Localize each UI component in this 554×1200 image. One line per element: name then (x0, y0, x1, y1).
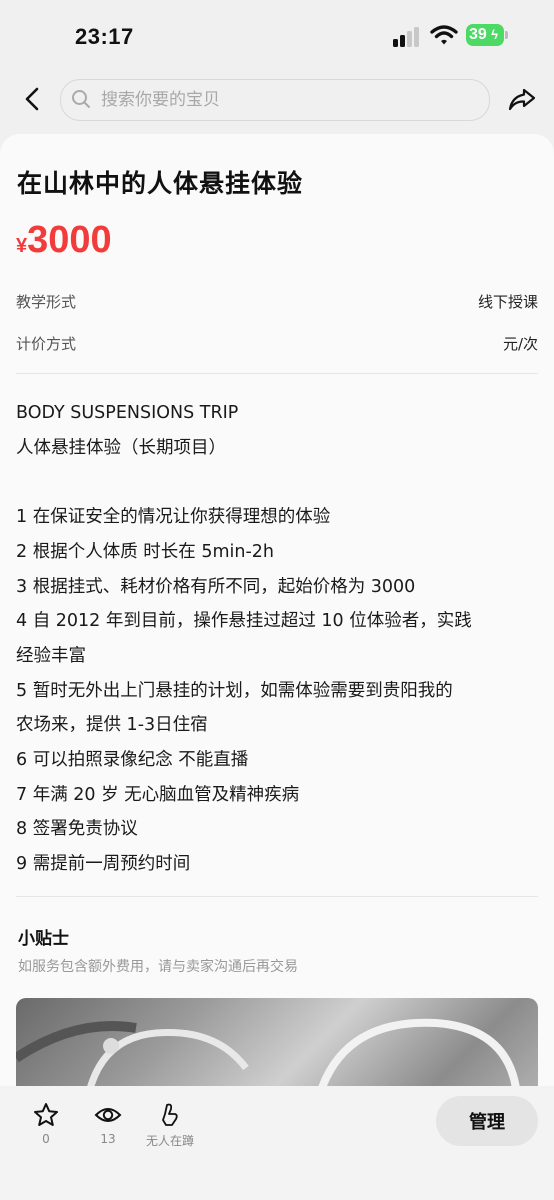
status-bar: 23:17 39 ϟ (0, 0, 554, 70)
description-line: 9 需提前一周预约时间 (16, 854, 191, 875)
description-line: 人体悬挂体验（长期项目） (16, 437, 226, 458)
cellular-signal-icon (393, 27, 419, 47)
description-line: 5 暂时无外出上门悬挂的计划，如需体验需要到贵阳我的 (16, 680, 453, 701)
attribute-label: 计价方式 (16, 335, 77, 353)
tips-title: 小贴士 (18, 929, 69, 949)
item-title: 在山林中的人体悬挂体验 (17, 169, 304, 198)
eye-icon (94, 1108, 122, 1122)
description-line: BODY SUSPENSIONS TRIP (16, 403, 239, 423)
price-amount: 3000 (27, 219, 112, 261)
item-price: ¥3000 (16, 219, 112, 262)
star-icon (34, 1103, 58, 1126)
status-time: 23:17 (75, 24, 134, 49)
favorite-button[interactable]: 0 (26, 1102, 66, 1146)
description-line: 2 根据个人体质 时长在 5min-2h (16, 541, 274, 562)
search-icon (72, 90, 90, 108)
views-count: 13 (100, 1132, 116, 1146)
item-photo[interactable] (16, 998, 538, 1094)
divider (16, 373, 538, 374)
description-line: 8 签署免责协议 (16, 819, 138, 840)
want-label: 无人在蹲 (145, 1134, 194, 1148)
attribute-row-teaching: 教学形式 线下授课 (16, 291, 538, 312)
search-input[interactable] (99, 85, 473, 115)
favorite-count: 0 (42, 1132, 50, 1146)
currency-symbol: ¥ (16, 235, 28, 257)
divider (16, 896, 538, 897)
charging-bolt-icon: ϟ (491, 27, 498, 42)
description-line (16, 465, 541, 500)
item-detail-card: 在山林中的人体悬挂体验 ¥3000 教学形式 线下授课 计价方式 元/次 BOD… (0, 134, 554, 1094)
views-indicator: 13 (88, 1102, 128, 1146)
battery-icon: 39 ϟ (466, 24, 508, 46)
description-line: 农场来，提供 1-3日住宿 (16, 715, 208, 736)
description-line: 经验丰富 (16, 645, 86, 666)
attribute-label: 教学形式 (16, 293, 77, 311)
item-description: BODY SUSPENSIONS TRIP 人体悬挂体验（长期项目） 1 在保证… (16, 396, 541, 882)
back-arrow-icon[interactable] (22, 86, 44, 112)
photo-hooks-illustration (16, 1018, 520, 1094)
search-bar[interactable] (60, 79, 490, 121)
description-line: 7 年满 20 岁 无心脑血管及精神疾病 (16, 784, 300, 805)
battery-level: 39 (469, 26, 487, 43)
attribute-value: 线下授课 (477, 293, 538, 311)
top-nav (0, 72, 554, 128)
description-line: 4 自 2012 年到目前，操作悬挂过超过 10 位体验者，实践 (16, 611, 472, 632)
squat-icon (162, 1103, 178, 1126)
share-icon[interactable] (508, 86, 536, 112)
wifi-icon (430, 25, 458, 45)
description-line: 6 可以拍照录像纪念 不能直播 (16, 750, 249, 771)
attribute-value: 元/次 (502, 335, 538, 353)
tips-text: 如服务包含额外费用，请与卖家沟通后再交易 (18, 959, 298, 975)
description-line: 1 在保证安全的情况让你获得理想的体验 (16, 507, 331, 528)
attribute-row-pricing: 计价方式 元/次 (16, 333, 538, 354)
want-button[interactable]: 无人在蹲 (140, 1102, 200, 1149)
bottom-action-bar: 0 13 无人在蹲 管理 (0, 1086, 554, 1200)
description-line: 3 根据挂式、耗材价格有所不同，起始价格为 3000 (16, 576, 416, 597)
manage-button[interactable]: 管理 (436, 1096, 538, 1146)
